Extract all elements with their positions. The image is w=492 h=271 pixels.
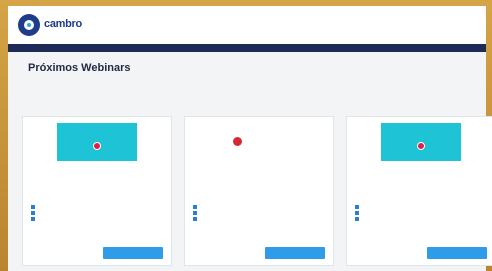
meta-time — [31, 211, 163, 215]
webinar-thumbnail[interactable] — [57, 123, 137, 161]
meta-price — [355, 217, 487, 221]
brand-logo — [233, 137, 245, 146]
webinar-meta — [355, 205, 487, 221]
tag-icon — [31, 217, 35, 221]
webinar-title[interactable] — [193, 171, 325, 201]
webinar-card[interactable] — [346, 116, 492, 266]
calendar-icon — [31, 205, 35, 209]
webinar-title[interactable] — [355, 171, 487, 201]
webinar-card[interactable] — [22, 116, 172, 266]
meta-price — [193, 217, 325, 221]
site-header: cambro — [8, 6, 486, 44]
logo[interactable]: cambro — [18, 14, 82, 36]
brand-mark-icon — [233, 137, 242, 146]
tag-icon — [193, 217, 197, 221]
webinar-meta — [31, 205, 163, 221]
register-button[interactable] — [427, 247, 487, 259]
calendar-icon — [355, 205, 359, 209]
webinar-card[interactable] — [184, 116, 334, 266]
clock-icon — [31, 211, 35, 215]
meta-time — [355, 211, 487, 215]
tag-icon — [355, 217, 359, 221]
register-button[interactable] — [103, 247, 163, 259]
meta-date — [193, 205, 325, 209]
logo-text: cambro — [44, 19, 82, 31]
clock-icon — [355, 211, 359, 215]
hero-section: Próximos Webinars — [8, 52, 486, 124]
meta-date — [355, 205, 487, 209]
meta-date — [31, 205, 163, 209]
speaker-avatar-icon — [93, 142, 101, 150]
clock-icon — [193, 211, 197, 215]
meta-price — [31, 217, 163, 221]
meta-time — [193, 211, 325, 215]
register-button[interactable] — [265, 247, 325, 259]
webinar-title[interactable] — [31, 171, 163, 201]
logo-mark-icon — [18, 14, 40, 36]
logo-name: cambro — [44, 18, 82, 30]
page-title: Próximos Webinars — [28, 62, 131, 74]
header-band — [8, 44, 486, 52]
webinar-thumbnail[interactable] — [381, 123, 461, 161]
webinar-meta — [193, 205, 325, 221]
speaker-avatar-icon — [417, 142, 425, 150]
webinar-thumbnail[interactable] — [219, 123, 299, 161]
webinar-cards — [22, 116, 492, 266]
calendar-icon — [193, 205, 197, 209]
